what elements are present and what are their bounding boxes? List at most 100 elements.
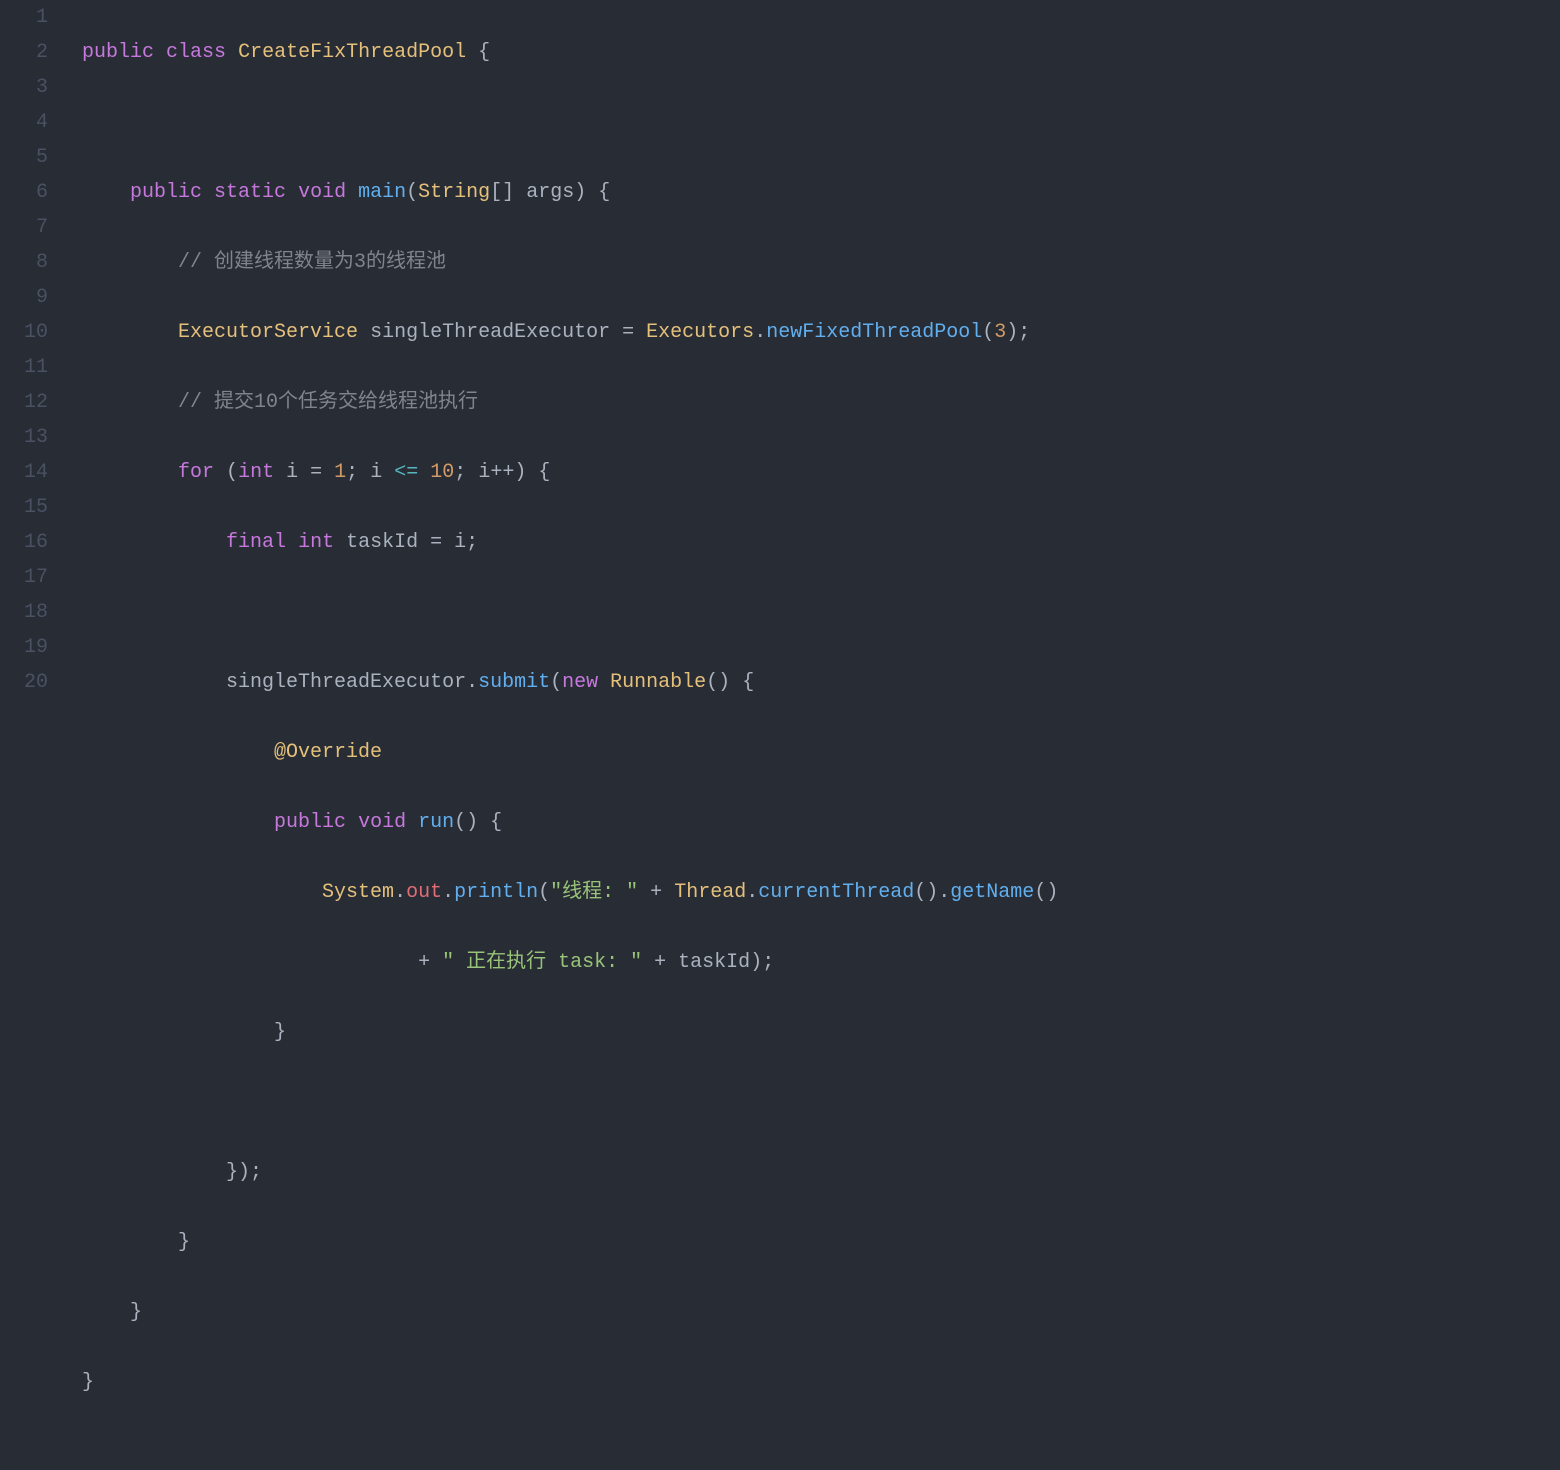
parameter: args [526,181,574,204]
paren: () [914,881,938,904]
code-line: } [82,1015,1560,1050]
brace: } [82,1371,94,1394]
keyword: int [238,461,274,484]
line-number: 16 [0,525,48,560]
line-number: 3 [0,70,48,105]
code-line: } [82,1295,1560,1330]
number: 1 [334,461,346,484]
brace: { [598,181,610,204]
line-number: 4 [0,105,48,140]
brace: }); [226,1161,262,1184]
dot: . [938,881,950,904]
code-line: // 提交10个任务交给线程池执行 [82,385,1560,420]
code-line: public void run() { [82,805,1560,840]
line-number: 9 [0,280,48,315]
type: ExecutorService [178,321,358,344]
variable: taskId [678,951,750,974]
comment: // 创建线程数量为3的线程池 [178,251,446,274]
line-number: 12 [0,385,48,420]
line-number: 15 [0,490,48,525]
line-number: 17 [0,560,48,595]
operator: = [310,461,322,484]
paren: ) [750,951,762,974]
code-line: public static void main(String[] args) { [82,175,1560,210]
dot: . [746,881,758,904]
brace: } [274,1021,286,1044]
variable: taskId [346,531,418,554]
code-line: // 创建线程数量为3的线程池 [82,245,1560,280]
line-number: 18 [0,595,48,630]
code-area[interactable]: public class CreateFixThreadPool { publi… [62,0,1560,738]
variable: i [478,461,490,484]
line-number: 2 [0,35,48,70]
line-number: 6 [0,175,48,210]
brace: { [490,811,502,834]
brace: { [478,41,490,64]
class-name: Runnable [610,671,706,694]
code-line: } [82,1225,1560,1260]
paren: ( [982,321,994,344]
keyword: public [130,181,202,204]
semicolon: ; [346,461,358,484]
class-name: System [322,881,394,904]
class-name: Executors [646,321,754,344]
dot: . [754,321,766,344]
paren: ( [406,181,418,204]
line-number-gutter: 1 2 3 4 5 6 7 8 9 10 11 12 13 14 15 16 1… [0,0,62,738]
class-name: CreateFixThreadPool [238,41,466,64]
semicolon: ; [762,951,774,974]
line-number: 5 [0,140,48,175]
code-line: }); [82,1155,1560,1190]
line-number: 14 [0,455,48,490]
keyword: for [178,461,214,484]
code-line: final int taskId = i; [82,525,1560,560]
line-number: 7 [0,210,48,245]
method-name: main [358,181,406,204]
line-number: 1 [0,0,48,35]
code-line: singleThreadExecutor.submit(new Runnable… [82,665,1560,700]
code-line: @Override [82,735,1560,770]
operator: + [654,951,666,974]
keyword: public [274,811,346,834]
operator: = [622,321,634,344]
paren: ) [574,181,586,204]
semicolon: ; [1018,321,1030,344]
paren: () [706,671,730,694]
type: String [418,181,490,204]
method-name: currentThread [758,881,914,904]
string: " 正在执行 task: " [442,951,642,974]
code-line [82,1085,1560,1120]
operator: = [430,531,442,554]
semicolon: ; [454,461,466,484]
method-name: submit [478,671,550,694]
line-number: 13 [0,420,48,455]
method-name: newFixedThreadPool [766,321,982,344]
variable: i [454,531,466,554]
class-name: Thread [674,881,746,904]
brace: { [538,461,550,484]
annotation: @Override [274,741,382,764]
variable: singleThreadExecutor [370,321,610,344]
number: 3 [994,321,1006,344]
brace: } [130,1301,142,1324]
paren: ) [514,461,526,484]
code-line: ExecutorService singleThreadExecutor = E… [82,315,1560,350]
number: 10 [430,461,454,484]
operator: <= [394,461,418,484]
field: out [406,881,442,904]
line-number: 20 [0,665,48,700]
method-name: run [418,811,454,834]
paren: ) [1006,321,1018,344]
operator: + [650,881,662,904]
line-number: 19 [0,630,48,665]
paren: ( [550,671,562,694]
operator: ++ [490,461,514,484]
line-number: 11 [0,350,48,385]
variable: i [370,461,382,484]
brackets: [] [490,181,514,204]
code-line: for (int i = 1; i <= 10; i++) { [82,455,1560,490]
line-number: 10 [0,315,48,350]
dot: . [442,881,454,904]
code-line: } [82,1365,1560,1400]
paren: ( [226,461,238,484]
